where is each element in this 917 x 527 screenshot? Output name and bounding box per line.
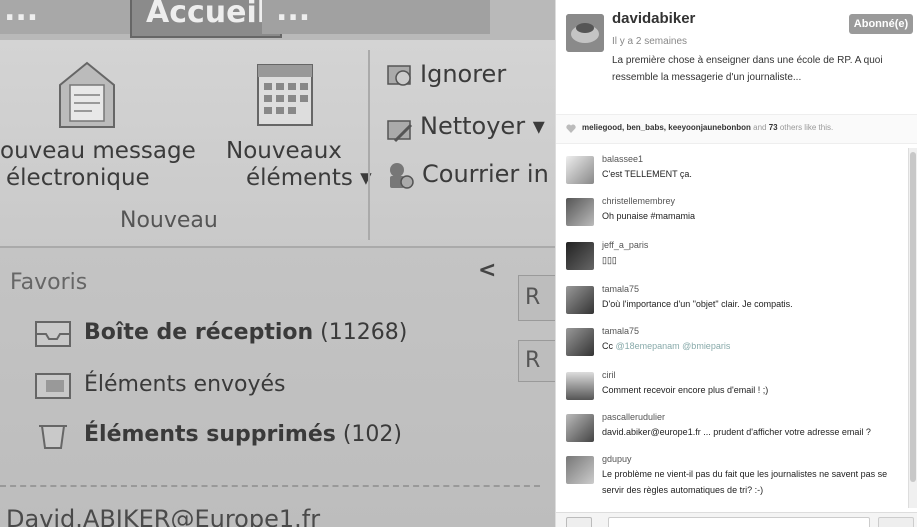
- new-items-icon[interactable]: [250, 55, 320, 135]
- comment-text: ▯▯▯: [602, 255, 617, 265]
- trash-icon: [39, 425, 67, 449]
- comment-input[interactable]: [608, 517, 870, 527]
- author-username[interactable]: davidabiker: [612, 10, 695, 27]
- outlook-photo: ... Accueil ... ouveau message électroni…: [0, 0, 555, 527]
- post-caption: La première chose à enseigner dans une é…: [612, 55, 883, 83]
- comment-text: D'où l'importance d'un "objet" clair. Je…: [602, 299, 793, 309]
- favorite-inbox-label: Boîte de réception: [84, 320, 314, 345]
- new-items-line2: éléments ▾: [246, 165, 372, 191]
- scrollbar-thumb[interactable]: [910, 152, 916, 482]
- comments-scrollbar[interactable]: [908, 148, 917, 508]
- junk-icon[interactable]: [385, 160, 415, 192]
- likes-and: and: [750, 123, 769, 132]
- likes-text: meliegood, ben_babs, keeyoonjaunebonbon …: [582, 123, 833, 132]
- clean-icon[interactable]: [385, 115, 415, 145]
- author-avatar[interactable]: [566, 14, 604, 52]
- post-panel: davidabiker Il y a 2 semaines La premièr…: [555, 0, 917, 527]
- ribbon-group-divider: [368, 50, 370, 240]
- comment-avatar[interactable]: [566, 372, 594, 400]
- comment-avatar[interactable]: [566, 286, 594, 314]
- inbox-icon: [35, 321, 71, 347]
- search-box-2[interactable]: R: [518, 340, 555, 382]
- favorite-inbox[interactable]: Boîte de réception (11268): [34, 318, 407, 348]
- ribbon-bottom-divider: [0, 246, 555, 248]
- new-message-button[interactable]: ouveau message électronique: [0, 138, 196, 192]
- new-items-line1: Nouveaux: [226, 138, 342, 164]
- post-time: Il y a 2 semaines: [612, 36, 688, 47]
- favorite-sent-label: Éléments envoyés: [84, 372, 286, 397]
- follow-button[interactable]: Abonné(e): [849, 14, 913, 34]
- search-box-1[interactable]: R: [518, 275, 555, 321]
- new-message-line2: électronique: [6, 165, 150, 191]
- likes-users[interactable]: meliegood, ben_babs, keeyoonjaunebonbon: [582, 123, 751, 132]
- new-email-icon[interactable]: [52, 55, 122, 135]
- account-email: David.ABIKER@Europe1.fr: [6, 505, 321, 527]
- comment-username[interactable]: ciril: [602, 370, 616, 380]
- likes-count[interactable]: 73: [769, 123, 778, 132]
- new-items-button[interactable]: Nouveaux éléments ▾: [226, 138, 372, 192]
- post-header: davidabiker Il y a 2 semaines La premièr…: [556, 0, 917, 128]
- comment-username[interactable]: balassee1: [602, 154, 643, 164]
- comment-avatar[interactable]: [566, 328, 594, 356]
- ignore-icon[interactable]: [385, 60, 415, 90]
- comment-avatar[interactable]: [566, 414, 594, 442]
- likes-bar: meliegood, ben_babs, keeyoonjaunebonbon …: [556, 114, 917, 144]
- favorite-deleted[interactable]: Éléments supprimés (102): [34, 420, 402, 450]
- emoji-icon[interactable]: [566, 517, 592, 527]
- author-avatar-image: [566, 14, 604, 52]
- comment-username[interactable]: gdupuy: [602, 454, 632, 464]
- post-comment-button[interactable]: [878, 517, 914, 527]
- favorite-deleted-count: (102): [335, 422, 403, 447]
- junk-button[interactable]: Courrier in: [422, 160, 549, 188]
- new-message-line1: ouveau message: [0, 138, 196, 164]
- favorite-sent[interactable]: Éléments envoyés: [34, 370, 286, 400]
- comment-avatar[interactable]: [566, 198, 594, 226]
- comment-text: Comment recevoir encore plus d'email ! ;…: [602, 385, 769, 395]
- comment-username[interactable]: tamala75: [602, 326, 639, 336]
- comment-avatar[interactable]: [566, 156, 594, 184]
- comment-text: C'est TELLEMENT ça.: [602, 169, 692, 179]
- collapse-icon[interactable]: <: [478, 258, 496, 283]
- comment-avatar[interactable]: [566, 242, 594, 270]
- group-new-label: Nouveau: [120, 208, 218, 233]
- sent-items-icon: [35, 373, 71, 399]
- ribbon-tabbar: ... Accueil ...: [0, 0, 555, 40]
- favorite-inbox-count: (11268): [313, 320, 408, 345]
- tab-home[interactable]: Accueil: [130, 0, 282, 38]
- comment-text-prefix: Cc: [602, 341, 616, 351]
- favorites-title: Favoris: [10, 270, 88, 295]
- tab-other[interactable]: ...: [262, 0, 490, 34]
- comment-mentions[interactable]: @18emepanam @bmieparis: [616, 341, 731, 351]
- comment-text: Oh punaise #mamamia: [602, 211, 696, 221]
- dashed-divider: [0, 485, 540, 487]
- comment-text: Cc @18emepanam @bmieparis: [602, 338, 902, 354]
- heart-icon[interactable]: [566, 124, 576, 133]
- tab-file[interactable]: ...: [0, 0, 133, 34]
- comment-avatar[interactable]: [566, 456, 594, 484]
- comment-username[interactable]: jeff_a_paris: [602, 240, 648, 250]
- comment-text: Le problème ne vient-il pas du fait que …: [602, 469, 888, 495]
- comment-text: david.abiker@europe1.fr ... prudent d'af…: [602, 427, 871, 437]
- comment-compose-bar: [556, 512, 917, 527]
- comment-username[interactable]: pascallerudulier: [602, 412, 665, 422]
- likes-tail: others like this.: [777, 123, 834, 132]
- comment-username[interactable]: christellemembrey: [602, 196, 675, 206]
- favorite-deleted-label: Éléments supprimés: [84, 422, 336, 447]
- comment-username[interactable]: tamala75: [602, 284, 639, 294]
- ignore-button[interactable]: Ignorer: [420, 60, 506, 88]
- clean-button[interactable]: Nettoyer ▾: [420, 112, 545, 140]
